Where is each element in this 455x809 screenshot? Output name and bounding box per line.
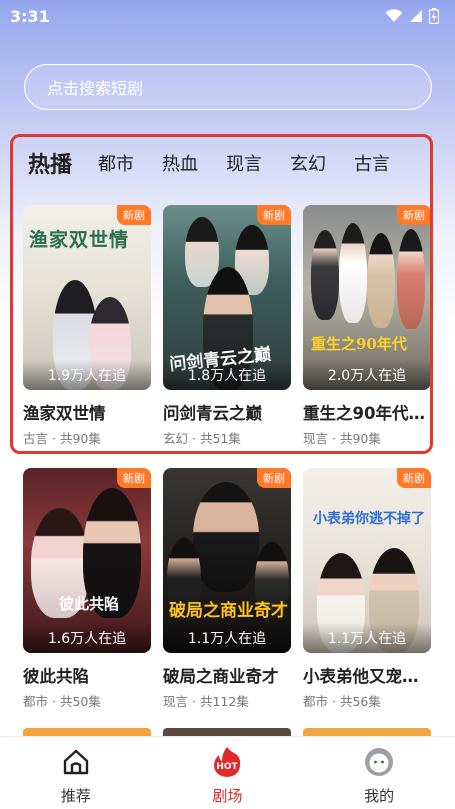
drama-meta: 现言 · 共90集 — [303, 431, 381, 446]
drama-poster[interactable]: 渔家双世情 新剧 1.9万人在追 — [23, 205, 151, 390]
hot-icon: HOT — [210, 745, 244, 779]
drama-title: 小表弟他又宠又撩 — [303, 667, 433, 686]
poster-title-art: 小表弟你逃不掉了 — [313, 511, 425, 527]
profile-face-icon — [363, 745, 395, 779]
viewer-count: 1.6万人在追 — [23, 623, 151, 653]
genre-tabs: 热播 都市 热血 现言 玄幻 古言 — [28, 143, 448, 183]
drama-meta: 都市 · 共56集 — [303, 694, 381, 709]
tab-ancient-romance[interactable]: 古言 — [354, 150, 390, 176]
nav-theater[interactable]: HOT 剧场 — [177, 745, 277, 806]
nav-recommend[interactable]: 推荐 — [26, 745, 126, 806]
viewer-count: 1.1万人在追 — [163, 623, 291, 653]
tab-hot[interactable]: 热播 — [28, 147, 72, 179]
drama-title: 渔家双世情 — [23, 404, 106, 423]
tab-fantasy[interactable]: 玄幻 — [290, 150, 326, 176]
tab-urban[interactable]: 都市 — [98, 150, 134, 176]
home-icon — [61, 745, 91, 779]
new-badge: 新剧 — [117, 205, 151, 225]
wifi-icon — [385, 9, 403, 22]
next-row-poster-peek — [163, 728, 291, 736]
next-row-poster-peek — [23, 728, 151, 736]
nav-label: 我的 — [364, 787, 395, 805]
drama-meta: 都市 · 共50集 — [23, 694, 101, 709]
drama-card[interactable]: 彼此共陷 新剧 1.6万人在追 彼此共陷 都市 · 共50集 — [23, 468, 151, 710]
drama-title: 重生之90年代开挂 — [303, 404, 433, 423]
drama-card[interactable]: 渔家双世情 新剧 1.9万人在追 渔家双世情 古言 · 共90集 — [23, 205, 151, 447]
nav-label: 剧场 — [212, 787, 243, 805]
battery-icon — [429, 8, 439, 24]
new-badge: 新剧 — [257, 468, 291, 488]
drama-card[interactable]: 破局之商业奇才 新剧 1.1万人在追 破局之商业奇才 现言 · 共112集 — [163, 468, 291, 710]
viewer-count: 1.1万人在追 — [303, 623, 431, 653]
drama-poster[interactable]: 彼此共陷 新剧 1.6万人在追 — [23, 468, 151, 653]
poster-title-art: 破局之商业奇才 — [169, 601, 288, 621]
next-row-poster-peek — [303, 728, 431, 736]
drama-poster[interactable]: 问剑青云之巅 新剧 1.8万人在追 — [163, 205, 291, 390]
new-badge: 新剧 — [117, 468, 151, 488]
viewer-count: 1.9万人在追 — [23, 360, 151, 390]
tab-action[interactable]: 热血 — [162, 150, 198, 176]
drama-poster[interactable]: 重生之90年代 新剧 2.0万人在追 — [303, 205, 431, 390]
status-bar: 3:31 — [0, 0, 455, 32]
viewer-count: 1.8万人在追 — [163, 360, 291, 390]
search-placeholder: 点击搜索短剧 — [47, 79, 144, 98]
status-time: 3:31 — [10, 6, 50, 26]
drama-card[interactable]: 重生之90年代 新剧 2.0万人在追 重生之90年代开挂 现言 · 共90集 — [303, 205, 433, 447]
drama-poster[interactable]: 小表弟你逃不掉了 新剧 1.1万人在追 — [303, 468, 431, 653]
tab-modern-romance[interactable]: 现言 — [226, 150, 262, 176]
search-input[interactable]: 点击搜索短剧 — [24, 64, 432, 110]
new-badge: 新剧 — [397, 205, 431, 225]
drama-title: 问剑青云之巅 — [163, 404, 262, 423]
viewer-count: 2.0万人在追 — [303, 360, 431, 390]
nav-mine[interactable]: 我的 — [329, 745, 429, 806]
drama-poster[interactable]: 破局之商业奇才 新剧 1.1万人在追 — [163, 468, 291, 653]
drama-card[interactable]: 问剑青云之巅 新剧 1.8万人在追 问剑青云之巅 玄幻 · 共51集 — [163, 205, 291, 447]
hot-icon-text: HOT — [217, 762, 239, 772]
poster-title-art: 重生之90年代 — [311, 335, 407, 353]
nav-label: 推荐 — [60, 787, 91, 805]
bottom-navigation: 推荐 HOT 剧场 我的 — [0, 736, 455, 809]
new-badge: 新剧 — [397, 468, 431, 488]
poster-title-art: 渔家双世情 — [29, 229, 130, 251]
drama-title: 彼此共陷 — [23, 667, 89, 686]
new-badge: 新剧 — [257, 205, 291, 225]
poster-title-art: 彼此共陷 — [59, 595, 120, 613]
status-icons — [385, 8, 439, 24]
signal-icon — [410, 10, 422, 22]
drama-meta: 古言 · 共90集 — [23, 431, 101, 446]
drama-meta: 玄幻 · 共51集 — [163, 431, 241, 446]
drama-meta: 现言 · 共112集 — [163, 694, 249, 709]
drama-card[interactable]: 小表弟你逃不掉了 新剧 1.1万人在追 小表弟他又宠又撩 都市 · 共56集 — [303, 468, 433, 710]
drama-title: 破局之商业奇才 — [163, 667, 279, 686]
